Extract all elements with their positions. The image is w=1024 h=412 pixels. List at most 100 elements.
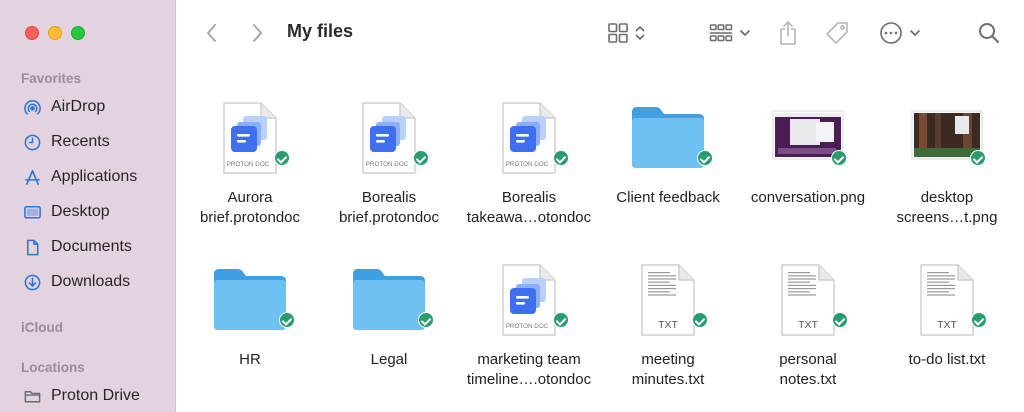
file-name-line2: brief.protondoc — [199, 209, 301, 226]
sidebar-item-desktop[interactable]: Desktop — [22, 200, 110, 224]
sync-check-icon — [274, 150, 290, 166]
text-file-icon: TXT — [598, 260, 738, 340]
file-name: personal — [779, 351, 837, 368]
document-icon — [22, 237, 42, 257]
share-button[interactable] — [774, 18, 802, 48]
file-name: conversation.png — [750, 189, 866, 206]
file-name-line2: notes.txt — [779, 371, 837, 388]
search-button[interactable] — [976, 20, 1002, 46]
file-type-badge: TXT — [937, 319, 957, 331]
text-file-icon: TXT — [877, 260, 1017, 340]
proton-doc-icon: PROTON DOC — [459, 98, 599, 178]
image-thumbnail — [738, 98, 878, 178]
window-title: My files — [287, 21, 354, 41]
sidebar-item-label: Desktop — [51, 203, 110, 220]
folder-icon — [180, 260, 320, 340]
file-item[interactable]: PROTON DOC Borealis takeawa…otondoc — [459, 98, 599, 228]
file-name: to-do list.txt — [908, 351, 986, 368]
finder-window: Favorites AirDrop Recents Applications D… — [0, 0, 1024, 412]
file-name: Borealis — [501, 189, 557, 206]
image-thumbnail — [877, 98, 1017, 178]
file-item[interactable]: TXT to-do list.txt — [877, 260, 1017, 370]
sync-check-icon — [692, 312, 708, 328]
file-type-badge: PROTON DOC — [506, 161, 549, 168]
sync-check-icon — [279, 312, 295, 328]
desktop-icon — [22, 202, 42, 222]
folder-icon — [598, 98, 738, 178]
download-icon — [22, 272, 42, 292]
file-name: Aurora — [227, 189, 273, 206]
zoom-window-button[interactable] — [71, 26, 85, 40]
sidebar-item-documents[interactable]: Documents — [22, 235, 132, 259]
favorites-heading: Favorites — [21, 71, 82, 86]
file-type-badge: PROTON DOC — [227, 161, 270, 168]
file-item[interactable]: TXT meeting minutes.txt — [598, 260, 738, 390]
sidebar-item-recents[interactable]: Recents — [22, 130, 110, 154]
sidebar: Favorites AirDrop Recents Applications D… — [0, 0, 176, 412]
sidebar-item-label: AirDrop — [51, 98, 106, 115]
sidebar-item-airdrop[interactable]: AirDrop — [22, 95, 105, 119]
close-window-button[interactable] — [25, 26, 39, 40]
sidebar-item-label: Applications — [51, 168, 138, 185]
share-icon — [780, 21, 796, 45]
file-item[interactable]: Client feedback — [598, 98, 738, 208]
sidebar-item-downloads[interactable]: Downloads — [22, 270, 130, 294]
chevron-down-icon — [740, 30, 750, 36]
file-name-line2: timeline….otondoc — [466, 371, 592, 388]
sidebar-item-label: Documents — [51, 238, 132, 255]
file-item[interactable]: desktop screens…t.png — [877, 98, 1017, 228]
icloud-heading: iCloud — [21, 320, 63, 335]
clock-icon — [22, 132, 42, 152]
sidebar-item-label: Recents — [51, 133, 110, 150]
proton-doc-icon: PROTON DOC — [319, 98, 459, 178]
tag-icon — [826, 22, 848, 44]
file-item[interactable]: conversation.png — [738, 98, 878, 208]
tag-button[interactable] — [822, 19, 852, 47]
file-name-line2: minutes.txt — [631, 371, 705, 388]
locations-heading: Locations — [21, 360, 85, 375]
sync-check-icon — [413, 150, 429, 166]
file-type-badge: TXT — [798, 319, 818, 331]
sync-check-icon — [970, 150, 986, 166]
applications-icon — [22, 167, 42, 187]
window-controls — [25, 26, 85, 40]
sync-check-icon — [553, 312, 569, 328]
file-name-line2: takeawa…otondoc — [466, 209, 592, 226]
ellipsis-circle-icon — [880, 22, 902, 44]
file-name: marketing team — [477, 351, 581, 368]
file-name-line2: brief.protondoc — [338, 209, 440, 226]
file-name: HR — [239, 351, 261, 368]
chevron-left-icon — [207, 24, 216, 42]
sidebar-item-label: Downloads — [51, 273, 131, 290]
minimize-window-button[interactable] — [48, 26, 62, 40]
chevron-right-icon — [253, 24, 262, 42]
search-icon — [979, 23, 999, 43]
sidebar-item-proton-drive[interactable]: Proton Drive — [22, 384, 140, 408]
view-mode-button[interactable] — [603, 20, 649, 46]
group-icon — [709, 24, 733, 42]
sync-check-icon — [697, 150, 713, 166]
file-item[interactable]: TXT personal notes.txt — [738, 260, 878, 390]
file-item[interactable]: PROTON DOC Aurora brief.protondoc — [180, 98, 320, 228]
airdrop-icon — [22, 97, 42, 117]
forward-button[interactable] — [246, 21, 268, 45]
file-item[interactable]: Legal — [319, 260, 459, 370]
file-name-line2: screens…t.png — [896, 209, 998, 226]
back-button[interactable] — [201, 21, 223, 45]
file-item[interactable]: HR — [180, 260, 320, 370]
chevron-updown-icon — [635, 26, 644, 40]
proton-doc-icon: PROTON DOC — [180, 98, 320, 178]
proton-doc-icon: PROTON DOC — [459, 260, 599, 340]
sidebar-item-applications[interactable]: Applications — [22, 165, 137, 189]
sync-check-icon — [418, 312, 434, 328]
sync-check-icon — [553, 150, 569, 166]
file-type-badge: PROTON DOC — [506, 323, 549, 330]
file-item[interactable]: PROTON DOC Borealis brief.protondoc — [319, 98, 459, 228]
sidebar-item-label: Proton Drive — [51, 387, 140, 404]
file-item[interactable]: PROTON DOC marketing team timeline….otondo… — [459, 260, 599, 390]
file-name: Borealis — [361, 189, 417, 206]
text-file-icon: TXT — [738, 260, 878, 340]
file-name: Client feedback — [616, 189, 720, 206]
group-button[interactable] — [706, 20, 754, 46]
more-actions-button[interactable] — [876, 20, 924, 46]
